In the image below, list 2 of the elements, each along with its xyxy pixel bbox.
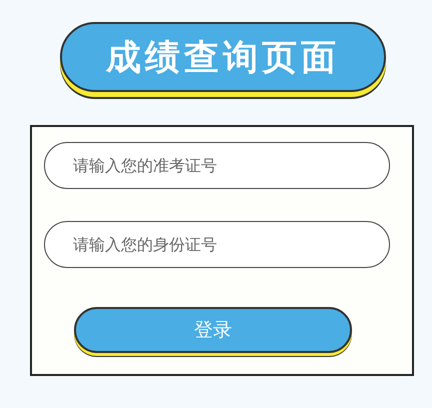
input-field[interactable]: 请输入您的准考证号 <box>44 142 390 189</box>
input-field[interactable]: 请输入您的身份证号 <box>44 221 390 268</box>
